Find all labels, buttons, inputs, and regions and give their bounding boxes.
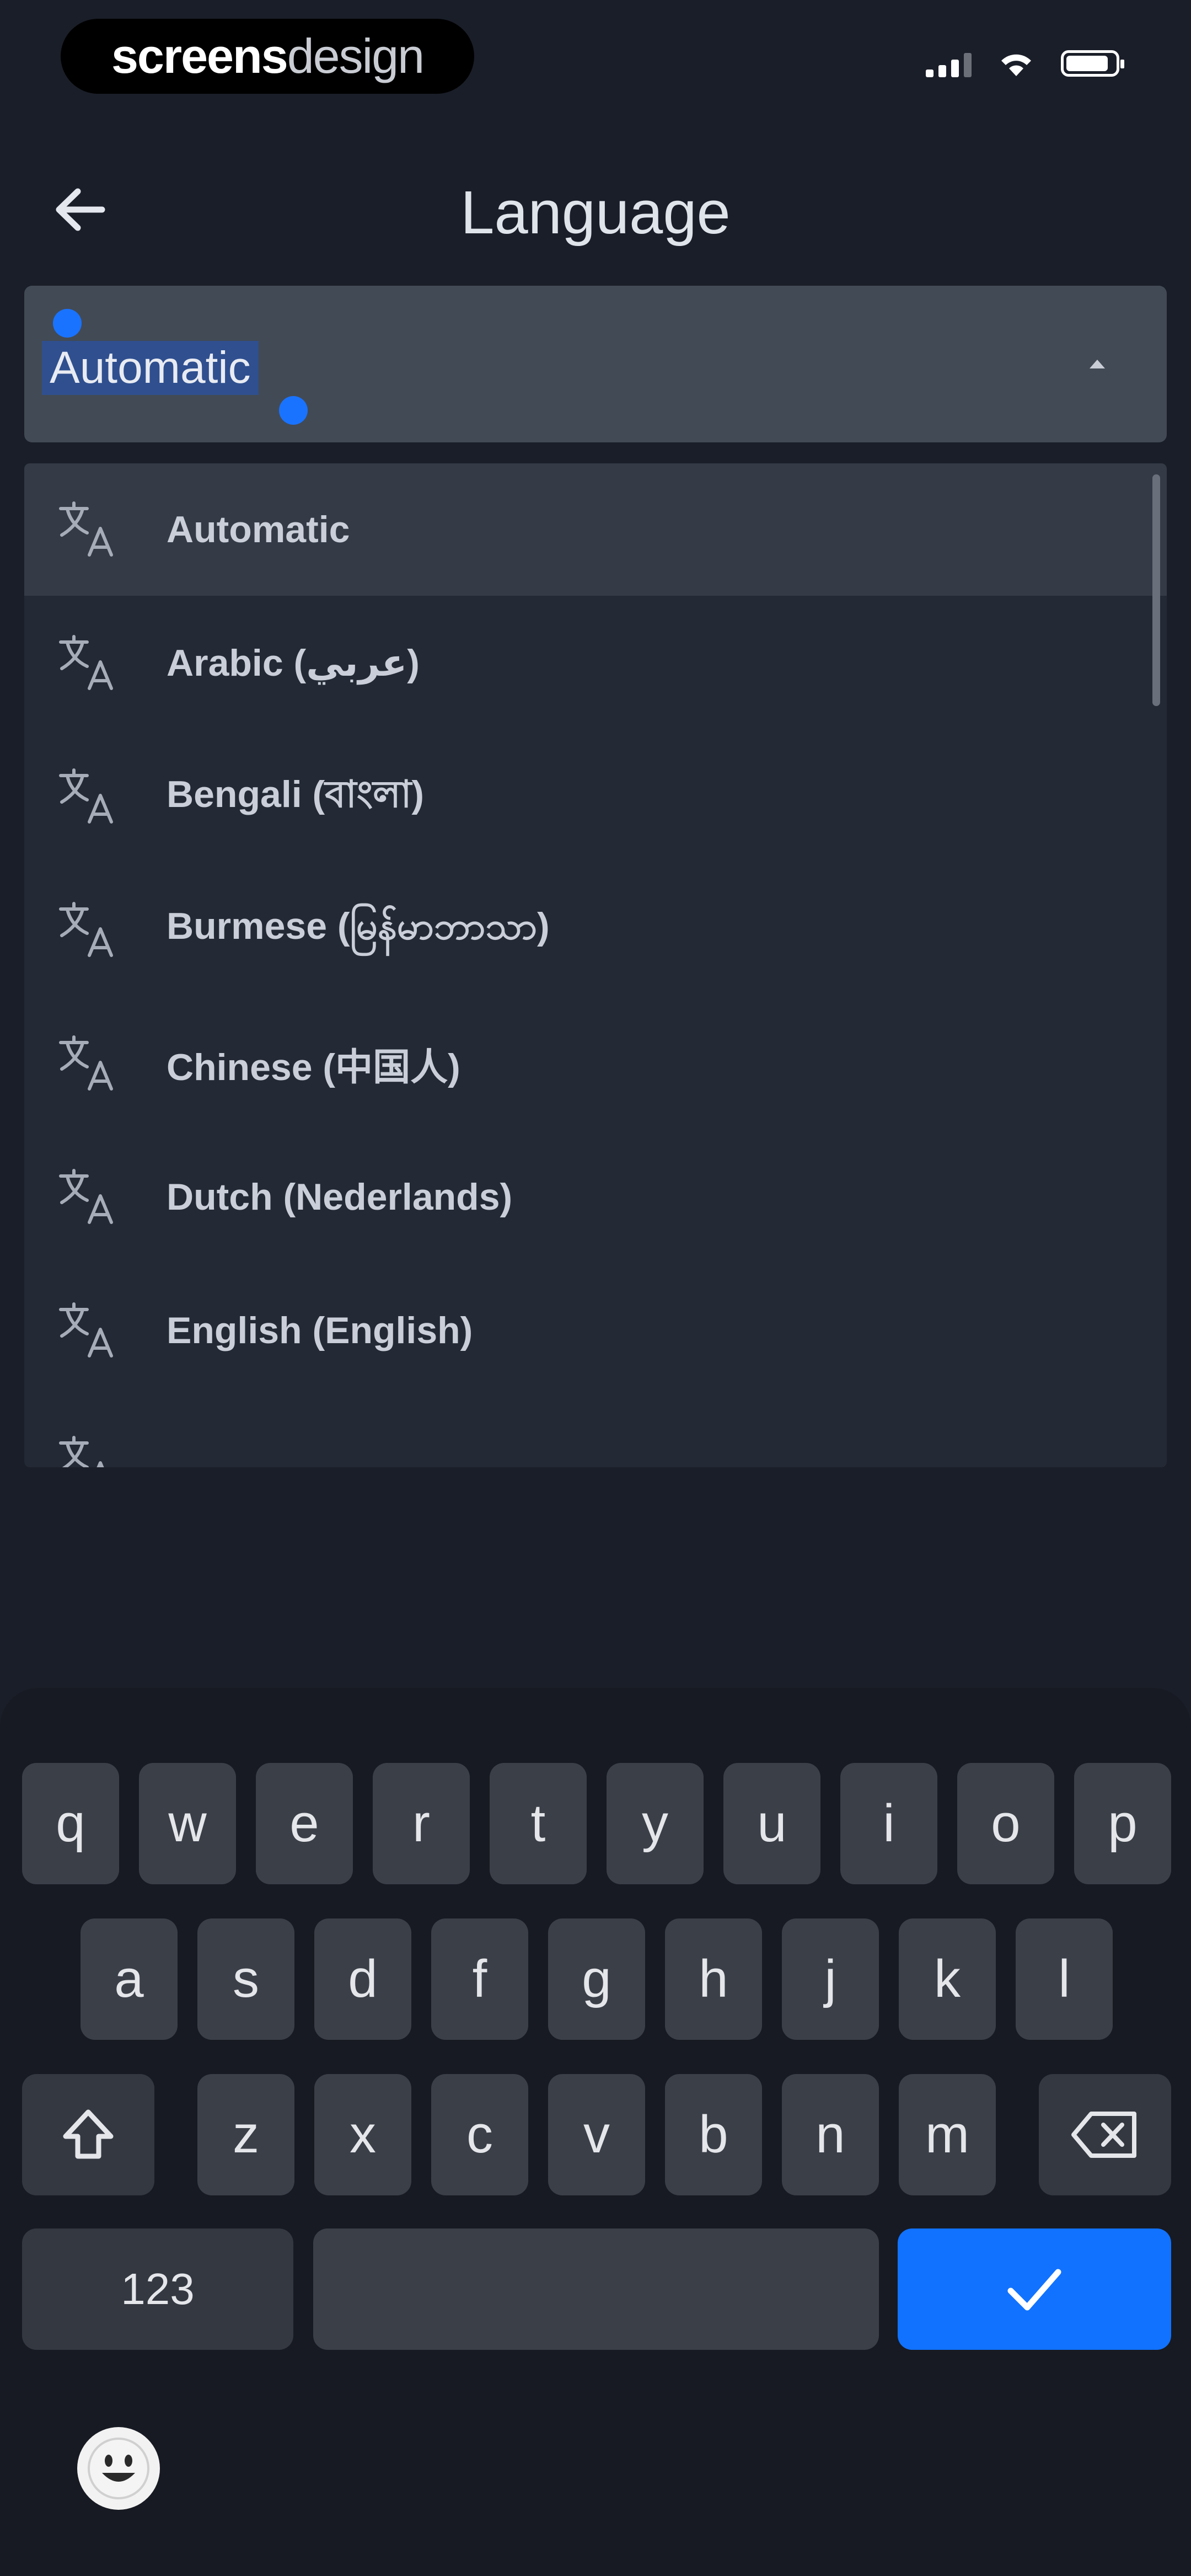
space-key[interactable] [313, 2228, 879, 2350]
key-z[interactable]: z [197, 2074, 294, 2195]
key-b[interactable]: b [665, 2074, 762, 2195]
watermark-part1: screens [111, 29, 288, 83]
key-r[interactable]: r [373, 1763, 470, 1884]
wifi-icon [1001, 54, 1031, 76]
selection-start-handle[interactable] [53, 309, 82, 338]
watermark-logo: screens design [61, 19, 474, 94]
key-c[interactable]: c [431, 2074, 528, 2195]
cellular-signal-icon [926, 50, 972, 77]
battery-icon [1061, 50, 1124, 77]
list-item-dutch[interactable]: Dutch (Nederlands) [24, 1131, 1167, 1263]
key-g[interactable]: g [548, 1918, 645, 2040]
key-j[interactable]: j [782, 1918, 879, 2040]
key-t[interactable]: t [490, 1763, 587, 1884]
list-item-automatic[interactable]: Automatic [24, 463, 1167, 596]
key-e[interactable]: e [256, 1763, 353, 1884]
list-item-burmese[interactable]: Burmese (မြန်မာဘာသာ) [24, 864, 1167, 996]
list-item-label: Arabic (عربي) [167, 642, 420, 684]
translate-icon [55, 630, 121, 696]
key-f[interactable]: f [431, 1918, 528, 2040]
key-i[interactable]: i [840, 1763, 937, 1884]
list-item-label: Chinese (中国人) [167, 1046, 460, 1088]
key-a[interactable]: a [81, 1918, 178, 2040]
key-h[interactable]: h [665, 1918, 762, 2040]
translate-icon [55, 1030, 121, 1097]
key-v[interactable]: v [548, 2074, 645, 2195]
page-title: Language [460, 179, 731, 247]
numbers-key[interactable]: 123 [22, 2228, 293, 2350]
emoji-icon [88, 2438, 149, 2499]
list-item-label: English (English) [167, 1310, 473, 1351]
key-l[interactable]: l [1016, 1918, 1113, 2040]
key-y[interactable]: y [607, 1763, 704, 1884]
key-p[interactable]: p [1074, 1763, 1171, 1884]
backspace-key[interactable] [1039, 2074, 1171, 2195]
done-key[interactable] [898, 2228, 1171, 2350]
status-icons [926, 49, 1124, 78]
list-item-bengali[interactable]: Bengali (বাংলা) [24, 730, 1167, 863]
key-o[interactable]: o [957, 1763, 1054, 1884]
watermark-part2: design [287, 29, 425, 83]
key-w[interactable]: w [139, 1763, 236, 1884]
translate-icon [55, 897, 121, 963]
translate-icon [55, 1297, 121, 1364]
translate-icon [55, 763, 121, 830]
key-q[interactable]: q [22, 1763, 119, 1884]
language-dropdown-list[interactable]: Automatic Arabic (عربي) Bengali (বাংলা) … [24, 463, 1167, 1467]
list-item-chinese[interactable]: Chinese (中国人) [24, 997, 1167, 1130]
language-select-input[interactable]: Automatic [42, 341, 259, 395]
selection-end-handle[interactable] [279, 396, 308, 425]
dropdown-scrollbar[interactable] [1152, 474, 1160, 706]
key-x[interactable]: x [314, 2074, 411, 2195]
key-s[interactable]: s [197, 1918, 294, 2040]
list-item-english[interactable]: English (English) [24, 1264, 1167, 1397]
key-u[interactable]: u [723, 1763, 820, 1884]
list-item-label: Automatic [167, 509, 350, 551]
list-item-label: Dutch (Nederlands) [167, 1176, 513, 1218]
backspace-icon [1071, 2112, 1136, 2158]
translate-icon [55, 1431, 121, 1467]
shift-icon [63, 2109, 114, 2159]
list-item-label: Bengali (বাংলা) [167, 773, 425, 815]
key-d[interactable]: d [314, 1918, 411, 2040]
translate-icon [55, 496, 121, 563]
shift-key[interactable] [22, 2074, 154, 2195]
emoji-button[interactable] [77, 2427, 160, 2510]
translate-icon [55, 1164, 121, 1230]
key-m[interactable]: m [899, 2074, 996, 2195]
key-n[interactable]: n [782, 2074, 879, 2195]
checkmark-icon [1007, 2269, 1061, 2311]
chevron-up-icon[interactable] [1086, 353, 1108, 375]
list-item-label: Burmese (မြန်မာဘာသာ) [167, 905, 550, 947]
list-item-arabic[interactable]: Arabic (عربي) [24, 597, 1167, 729]
list-item-partial[interactable] [24, 1398, 1167, 1467]
key-k[interactable]: k [899, 1918, 996, 2040]
